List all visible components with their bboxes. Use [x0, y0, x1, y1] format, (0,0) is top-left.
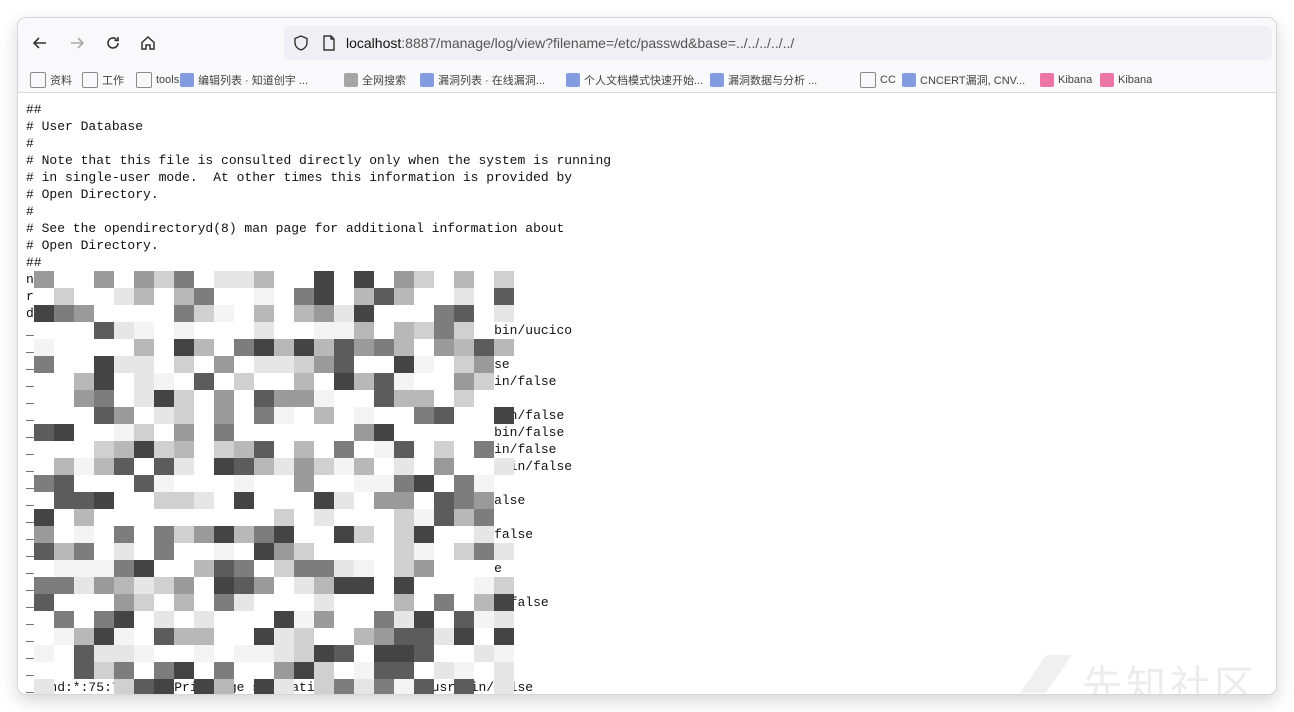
bookmark-item[interactable]: 漏洞列表 · 在线漏洞... [420, 72, 545, 88]
arrow-left-icon [32, 37, 46, 49]
file-line: d [26, 306, 34, 321]
bookmark-icon [420, 73, 434, 87]
file-line: # [26, 204, 34, 219]
bookmark-label: CC [880, 74, 896, 86]
file-line: _ [26, 510, 34, 525]
kibana-icon [1100, 73, 1114, 87]
file-line: _ [26, 646, 34, 661]
home-icon [141, 35, 155, 50]
folder-icon [860, 72, 876, 88]
bookmark-label: 漏洞列表 · 在线漏洞... [438, 75, 545, 87]
arrow-right-icon [71, 37, 85, 49]
file-line: _ [26, 544, 34, 559]
bookmark-label: CNCERT漏洞, CNV... [920, 75, 1026, 87]
file-line: # in single-user mode. At other times th… [26, 170, 573, 185]
bookmark-item[interactable]: CNCERT漏洞, CNV... [902, 72, 1025, 88]
bookmark-label: 资料 [50, 75, 72, 87]
bookmark-item[interactable]: Kibana [1100, 72, 1152, 88]
file-line: # [26, 136, 34, 151]
file-line: _ [26, 340, 34, 355]
globe-icon [344, 73, 358, 87]
file-line: n [26, 272, 34, 287]
file-line: _ [26, 629, 34, 644]
file-line: # Open Directory. [26, 187, 159, 202]
page-icon[interactable] [320, 34, 338, 52]
url-bar[interactable]: localhost:8887/manage/log/view?filename=… [284, 26, 1272, 60]
bookmark-label: 工作 [102, 75, 124, 87]
folder-icon [30, 72, 46, 88]
folder-icon [82, 72, 98, 88]
home-button[interactable] [136, 31, 160, 55]
url-text[interactable]: localhost:8887/manage/log/view?filename=… [346, 35, 794, 51]
file-line: _ [26, 612, 34, 627]
reload-icon [107, 37, 119, 49]
bookmark-item[interactable]: 工作 [82, 72, 124, 88]
bookmark-item[interactable]: 编辑列表 · 知道创宇 ... [180, 72, 308, 88]
page-content: ## # User Database # # Note that this fi… [18, 93, 1276, 694]
bookmark-item[interactable]: Kibana [1040, 72, 1092, 88]
browser-window: localhost:8887/manage/log/view?filename=… [18, 18, 1276, 694]
file-line: r [26, 289, 34, 304]
bookmark-icon [710, 73, 724, 87]
file-line: # See the opendirectoryd(8) man page for… [26, 221, 565, 236]
bookmark-icon [566, 73, 580, 87]
file-line: # User Database [26, 119, 144, 134]
bookmark-label: 漏洞数据与分析 ... [728, 75, 818, 87]
bookmark-label: 全网搜索 [362, 75, 406, 87]
url-path: :8887/manage/log/view?filename=/etc/pass… [401, 35, 795, 51]
file-line: _ [26, 578, 34, 593]
file-line: _ [26, 391, 34, 406]
bookmark-item[interactable]: tools [136, 72, 179, 88]
bookmark-icon [902, 73, 916, 87]
file-line: _ [26, 476, 34, 491]
shield-icon[interactable] [292, 34, 310, 52]
kibana-icon [1040, 73, 1054, 87]
folder-icon [136, 72, 152, 88]
bookmark-item[interactable]: CC [860, 72, 896, 88]
bookmark-icon [180, 73, 194, 87]
watermark-text: 先知社区 [1082, 663, 1258, 694]
bookmark-label: tools [156, 74, 180, 86]
pixelated-redaction [34, 271, 524, 694]
file-line: _ [26, 663, 34, 678]
bookmark-item[interactable]: 全网搜索 [344, 72, 406, 88]
back-button[interactable] [28, 31, 52, 55]
bookmark-label: 编辑列表 · 知道创宇 ... [198, 75, 308, 87]
bookmark-item[interactable]: 漏洞数据与分析 ... [710, 72, 817, 88]
bookmark-label: Kibana [1058, 74, 1093, 86]
browser-toolbar: localhost:8887/manage/log/view?filename=… [18, 18, 1276, 68]
bookmark-label: Kibana [1118, 74, 1153, 86]
url-host: localhost [346, 35, 402, 51]
forward-button[interactable] [65, 31, 89, 55]
file-line: # Open Directory. [26, 238, 159, 253]
bookmark-label: 个人文档模式快速开始... [584, 75, 704, 87]
watermark-logo-icon [1020, 655, 1072, 693]
bookmark-item[interactable]: 资料 [30, 72, 72, 88]
bookmark-item[interactable]: 个人文档模式快速开始... [566, 72, 703, 88]
file-line: # Note that this file is consulted direc… [26, 153, 612, 168]
file-line: ## [26, 102, 42, 117]
file-line: ## [26, 255, 42, 270]
reload-button[interactable] [101, 31, 125, 55]
bookmarks-bar: 资料 工作 tools 编辑列表 · 知道创宇 ... 全网搜索 漏洞列表 · 在线漏洞.… [18, 68, 1276, 93]
